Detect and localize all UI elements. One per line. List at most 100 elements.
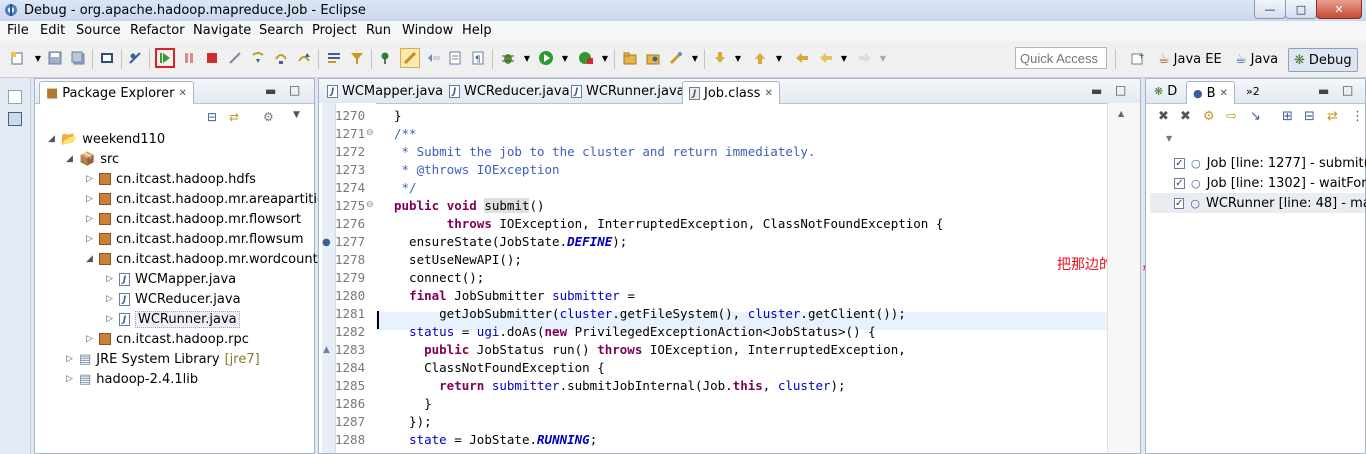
tree-project-weekend110[interactable]: ◢ 📂 weekend110: [47, 129, 165, 149]
minimize-editor-icon[interactable]: ▬: [1091, 84, 1102, 98]
outline-view-icon[interactable]: [8, 112, 22, 126]
minimize-button[interactable]: —: [1254, 0, 1286, 19]
go-to-file-icon[interactable]: ⇨: [1226, 109, 1237, 124]
minimize-view-icon[interactable]: ▬: [1318, 84, 1329, 98]
breakpoint-checkbox[interactable]: ✓: [1174, 177, 1185, 189]
collapsed-arrow-icon[interactable]: ▷: [65, 374, 74, 384]
close-tab-icon[interactable]: ✕: [178, 88, 186, 99]
collapsed-arrow-icon[interactable]: ▷: [85, 214, 94, 224]
next-annotation-icon[interactable]: [712, 50, 728, 66]
menu-help[interactable]: Help: [462, 23, 492, 38]
link-with-editor-icon[interactable]: ⇄: [229, 110, 239, 124]
new-icon[interactable]: [9, 50, 25, 66]
collapsed-arrow-icon[interactable]: ▷: [105, 314, 114, 324]
step-into-icon[interactable]: [250, 50, 266, 66]
collapse-all-icon[interactable]: ⊟: [1304, 109, 1315, 124]
close-button[interactable]: ✕: [1316, 0, 1362, 19]
menu-run[interactable]: Run: [366, 23, 391, 38]
collapsed-arrow-icon[interactable]: ▷: [85, 174, 94, 184]
remove-breakpoint-icon[interactable]: ✖: [1158, 109, 1169, 124]
tree-src-folder[interactable]: ◢ 📦 src: [65, 149, 119, 169]
disconnect-icon[interactable]: [227, 50, 243, 66]
console-icon[interactable]: [99, 50, 115, 66]
search-tool-icon[interactable]: [668, 50, 684, 66]
forward-icon[interactable]: [857, 50, 873, 66]
terminate-icon[interactable]: [204, 50, 220, 66]
collapsed-arrow-icon[interactable]: ▷: [85, 334, 94, 344]
tree-java-file[interactable]: ▷ J WCMapper.java: [105, 269, 236, 289]
expand-all-icon[interactable]: ⊞: [1282, 109, 1293, 124]
menu-edit[interactable]: Edit: [40, 23, 65, 38]
expanded-arrow-icon[interactable]: ◢: [85, 254, 94, 264]
menu-navigate[interactable]: Navigate: [193, 23, 251, 38]
view-menu-icon[interactable]: ⋮: [1351, 109, 1364, 124]
view-menu-settings-icon[interactable]: ⚙: [263, 110, 274, 124]
mark-occurrences-icon[interactable]: [400, 48, 420, 68]
tab-debug[interactable]: ❋ D: [1148, 81, 1183, 102]
coverage-dropdown-icon[interactable]: ▼: [597, 50, 613, 66]
tab-wcmapper[interactable]: J WCMapper.java: [321, 81, 449, 102]
step-return-icon[interactable]: [296, 50, 312, 66]
tree-package[interactable]: ▷ cn.itcast.hadoop.mr.flowsort: [85, 209, 301, 229]
step-over-icon[interactable]: [273, 50, 289, 66]
coverage-icon[interactable]: [578, 50, 594, 66]
suspend-icon[interactable]: [181, 50, 197, 66]
close-tab-icon[interactable]: ✕: [764, 88, 772, 99]
breakpoint-item[interactable]: ✓ ○ Job [line: 1277] - submit(): [1174, 153, 1366, 173]
tab-package-explorer[interactable]: ■ Package Explorer ✕: [39, 81, 194, 104]
breakpoint-item-selected[interactable]: ✓ ○ WCRunner [line: 48] - mai: [1150, 193, 1366, 213]
tree-package[interactable]: ▷ cn.itcast.hadoop.rpc: [85, 329, 249, 349]
drop-to-frame-icon[interactable]: [326, 50, 342, 66]
tree-package[interactable]: ◢ cn.itcast.hadoop.mr.wordcount: [85, 249, 318, 269]
maximize-view-icon[interactable]: □: [1342, 83, 1353, 97]
maximize-view-icon[interactable]: □: [289, 83, 300, 97]
tree-java-file-selected[interactable]: ▷ J WCRunner.java: [105, 309, 240, 329]
breakpoint-checkbox[interactable]: ✓: [1174, 157, 1185, 169]
run-dropdown-icon[interactable]: ▼: [557, 50, 573, 66]
menu-file[interactable]: File: [7, 23, 29, 38]
show-source-icon[interactable]: ¶: [470, 50, 486, 66]
resume-icon[interactable]: [155, 48, 175, 68]
maximize-editor-icon[interactable]: □: [1115, 83, 1126, 97]
run-icon[interactable]: [538, 50, 554, 66]
perspective-java-ee[interactable]: ☕ Java EE: [1158, 48, 1222, 70]
tree-java-file[interactable]: ▷ J WCReducer.java: [105, 289, 241, 309]
perspective-debug[interactable]: ❋ Debug: [1288, 48, 1358, 72]
close-tab-icon[interactable]: ✕: [1220, 88, 1228, 99]
breakpoint-checkbox[interactable]: ✓: [1174, 197, 1185, 209]
more-views-chevron[interactable]: »2: [1240, 81, 1266, 102]
view-menu-dropdown-icon[interactable]: ▼: [1166, 134, 1172, 143]
search-dropdown-icon[interactable]: ▼: [687, 50, 703, 66]
expanded-arrow-icon[interactable]: ◢: [65, 154, 74, 164]
breakpoint-marker-icon[interactable]: ●: [322, 237, 331, 248]
back-dropdown-icon[interactable]: ▼: [836, 50, 852, 66]
collapsed-arrow-icon[interactable]: ▷: [65, 354, 74, 364]
debug-dropdown-icon[interactable]: ▼: [519, 50, 535, 66]
menu-search[interactable]: Search: [259, 23, 304, 38]
tab-wcrunner[interactable]: J WCRunner.java: [565, 81, 691, 102]
skip-breakpoints-icon[interactable]: [127, 50, 143, 66]
block-selection-icon[interactable]: [426, 50, 442, 66]
tab-breakpoints[interactable]: ● B ✕: [1186, 81, 1235, 104]
scroll-up-icon[interactable]: ▲: [1118, 109, 1124, 118]
perspective-java[interactable]: ☕ Java: [1235, 48, 1278, 70]
collapse-all-icon[interactable]: ⊟: [207, 110, 217, 124]
editor-scrollbar[interactable]: ▲: [1107, 103, 1140, 453]
open-type-icon[interactable]: [622, 50, 638, 66]
quick-access-input[interactable]: [1015, 47, 1107, 69]
minimize-view-icon[interactable]: ▬: [265, 84, 276, 98]
next-annotation-dropdown-icon[interactable]: ▼: [730, 50, 746, 66]
show-supported-breakpoints-icon[interactable]: ⚙: [1203, 109, 1215, 124]
view-menu-icon[interactable]: ▼: [293, 110, 300, 120]
collapsed-arrow-icon[interactable]: ▷: [105, 294, 114, 304]
vertical-ruler[interactable]: [322, 103, 336, 453]
breakpoint-item[interactable]: ✓ ○ Job [line: 1302] - waitForC: [1174, 173, 1366, 193]
collapsed-arrow-icon[interactable]: ▷: [85, 194, 94, 204]
restore-view-icon[interactable]: [8, 90, 22, 104]
tree-package[interactable]: ▷ cn.itcast.hadoop.mr.flowsum: [85, 229, 303, 249]
previous-annotation-dropdown-icon[interactable]: ▼: [771, 50, 787, 66]
fold-toggle-icon[interactable]: ⊖: [366, 128, 374, 138]
expanded-arrow-icon[interactable]: ◢: [47, 134, 56, 144]
tree-package[interactable]: ▷ cn.itcast.hadoop.mr.areapartition: [85, 189, 333, 209]
fold-toggle-icon[interactable]: ⊖: [366, 200, 374, 210]
